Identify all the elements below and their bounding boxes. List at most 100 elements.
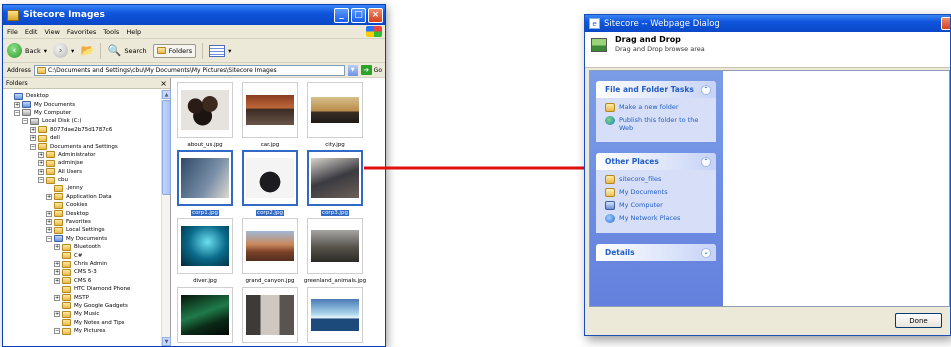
expand-icon[interactable]: +	[54, 269, 60, 276]
thumbnail-label[interactable]: about_us.jpg	[173, 142, 237, 148]
tree-item[interactable]: + My Documents	[3, 100, 161, 109]
task-link[interactable]: Publish this folder to the Web	[605, 116, 710, 132]
expand-icon[interactable]: +	[30, 126, 36, 133]
thumbnail-label[interactable]: city.jpg	[303, 142, 367, 148]
collapse-icon[interactable]: −	[30, 143, 36, 150]
tree-item[interactable]: Desktop	[3, 92, 161, 100]
tree-item[interactable]: − My Documents	[3, 235, 161, 243]
image-thumbnail[interactable]	[242, 150, 298, 206]
menu-help[interactable]: Help	[126, 28, 141, 36]
image-thumbnail[interactable]	[177, 218, 233, 274]
collapse-icon[interactable]: −	[14, 109, 20, 116]
tree-item[interactable]: + MSTP	[3, 293, 161, 302]
scroll-up-icon[interactable]: ▲	[162, 90, 171, 99]
tree-item[interactable]: + Bluetooth	[3, 243, 161, 251]
tree-item[interactable]: + Desktop	[3, 209, 161, 218]
tree-item[interactable]: + All Users	[3, 168, 161, 176]
address-dropdown-button[interactable]: ▼	[347, 64, 358, 76]
thumbnail-label[interactable]: grand_canyon.jpg	[238, 278, 302, 284]
tree-item[interactable]: +8077dae2b75d1787c6	[3, 126, 161, 134]
image-thumbnail[interactable]	[307, 82, 363, 138]
collapse-icon[interactable]: −	[46, 235, 52, 242]
tree-item[interactable]: − Documents and Settings	[3, 142, 161, 151]
tree-item[interactable]: + Favorites	[3, 218, 161, 226]
go-button[interactable]: ➔ Go	[360, 65, 382, 75]
image-thumbnail[interactable]	[177, 150, 233, 206]
tree-item[interactable]: HTC Diamond Phone	[3, 285, 161, 293]
task-link[interactable]: sitecore_files	[605, 175, 710, 184]
task-section-header[interactable]: Other Places ⌃	[596, 153, 716, 170]
expand-icon[interactable]: +	[14, 101, 20, 108]
scrollbar-thumb[interactable]	[162, 100, 171, 195]
image-thumbnail[interactable]	[242, 82, 298, 138]
up-folder-button[interactable]: 📂	[80, 44, 94, 58]
tree-item[interactable]: − My Computer	[3, 109, 161, 117]
expand-icon[interactable]: +	[54, 311, 60, 318]
tree-item[interactable]: C#	[3, 251, 161, 260]
task-link[interactable]: My Documents	[605, 188, 710, 197]
close-icon[interactable]: ×	[160, 79, 167, 88]
expand-icon[interactable]: +	[54, 277, 60, 284]
chevron-up-icon[interactable]: ⌃	[701, 156, 711, 167]
menu-tools[interactable]: Tools	[103, 28, 119, 36]
expand-icon[interactable]: +	[46, 193, 52, 200]
search-button[interactable]: 🔍 Search	[107, 44, 146, 58]
tree-item[interactable]: + Chris Admin	[3, 260, 161, 268]
tree-item[interactable]: + adminjse	[3, 159, 161, 167]
tree-item[interactable]: + CMS 6	[3, 277, 161, 285]
menu-favorites[interactable]: Favorites	[67, 28, 96, 36]
tree-item[interactable]: + My Music	[3, 310, 161, 318]
thumbnail-label[interactable]: greenland_animals.jpg	[303, 278, 367, 284]
scroll-down-icon[interactable]: ▼	[162, 337, 171, 346]
task-link[interactable]: Make a new folder	[605, 103, 710, 112]
expand-icon[interactable]: +	[54, 261, 60, 267]
drop-area[interactable]	[723, 71, 949, 306]
maximize-button[interactable]: □	[351, 7, 366, 23]
expand-icon[interactable]: +	[38, 168, 44, 175]
tree-item[interactable]: − My Pictures	[3, 327, 161, 335]
image-thumbnail[interactable]	[307, 218, 363, 274]
task-link[interactable]: My Network Places	[605, 214, 710, 223]
task-section-header[interactable]: File and Folder Tasks ⌃	[596, 81, 716, 98]
chevron-up-icon[interactable]: ⌃	[701, 84, 711, 95]
menu-file[interactable]: File	[7, 28, 18, 36]
thumbnail-label[interactable]: diver.jpg	[173, 278, 237, 284]
forward-button[interactable]: › ▾	[53, 43, 74, 58]
views-button[interactable]: ▾	[209, 44, 231, 57]
expand-icon[interactable]: +	[46, 219, 52, 226]
tree-item[interactable]: My Google Gadgets	[3, 302, 161, 310]
done-button[interactable]: Done	[895, 313, 942, 328]
tree-item[interactable]: .jenny	[3, 184, 161, 192]
chevron-down-icon[interactable]: ⌄	[701, 247, 711, 258]
expand-icon[interactable]: +	[46, 210, 52, 217]
tree-item[interactable]: + dell	[3, 134, 161, 142]
tree-item[interactable]: − Local Disk (C:)	[3, 117, 161, 125]
address-input[interactable]: C:\Documents and Settings\cbu\My Documen…	[33, 64, 345, 76]
folder-tree-scrollbar[interactable]: ▲ ▼	[161, 90, 171, 346]
expand-icon[interactable]: +	[38, 151, 44, 158]
tree-item[interactable]: − cbu	[3, 176, 161, 184]
tree-item[interactable]: My Notes and Tips	[3, 319, 161, 327]
expand-icon[interactable]: +	[38, 160, 44, 167]
image-thumbnail[interactable]	[177, 82, 233, 138]
image-thumbnail[interactable]	[307, 287, 363, 343]
tree-item[interactable]: + Application Data	[3, 193, 161, 201]
tree-item[interactable]: + CMS 5-3	[3, 268, 161, 276]
task-link[interactable]: My Computer	[605, 201, 710, 210]
thumbnail-label[interactable]: corp3.jpg	[303, 210, 367, 216]
expand-icon[interactable]: +	[46, 227, 52, 234]
tree-item[interactable]: Cookies	[3, 201, 161, 209]
thumbnail-label[interactable]: corp1.jpg	[173, 210, 237, 216]
expand-icon[interactable]: +	[54, 244, 60, 251]
menu-edit[interactable]: Edit	[25, 28, 38, 36]
collapse-icon[interactable]: −	[54, 328, 60, 335]
image-thumbnail[interactable]	[242, 218, 298, 274]
back-button[interactable]: ‹ Back ▾	[7, 43, 47, 58]
thumbnail-label[interactable]: car.jpg	[238, 142, 302, 148]
dialog-title-bar[interactable]: e Sitecore -- Webpage Dialog	[585, 15, 950, 32]
expand-icon[interactable]: +	[30, 135, 36, 142]
explorer-title-bar[interactable]: Sitecore Images _ □ ×	[3, 5, 385, 25]
dialog-close-button[interactable]	[941, 17, 950, 30]
minimize-button[interactable]: _	[334, 7, 349, 23]
image-thumbnail[interactable]	[177, 287, 233, 343]
